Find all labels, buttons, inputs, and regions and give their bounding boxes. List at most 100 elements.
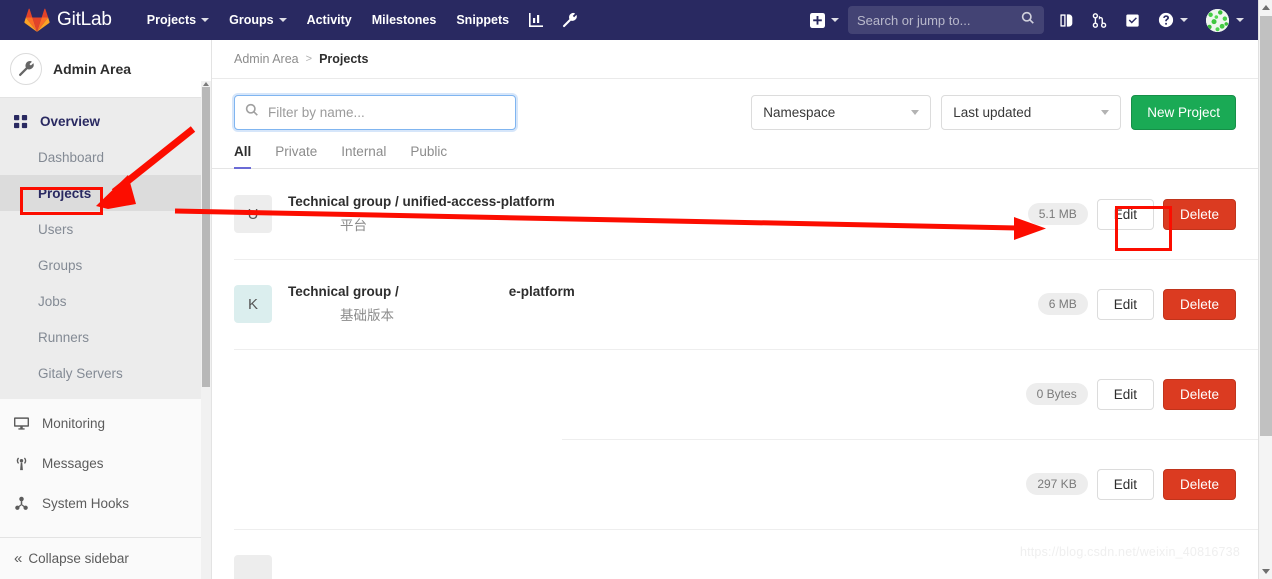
tab-internal[interactable]: Internal <box>329 144 398 168</box>
breadcrumb-projects[interactable]: Projects <box>319 52 368 66</box>
row-actions: 0 Bytes Edit Delete <box>1025 378 1236 410</box>
sidebar-item-dashboard[interactable]: Dashboard <box>0 139 211 175</box>
table-row[interactable]: K Technical group / e-platform 基础版本 6 MB … <box>212 259 1258 349</box>
sort-select[interactable]: Last updated <box>941 95 1122 130</box>
todos-checkbox-icon[interactable] <box>1116 0 1149 40</box>
sidebar-item-groups[interactable]: Groups <box>0 247 211 283</box>
breadcrumb-admin-area[interactable]: Admin Area <box>234 52 299 66</box>
project-avatar <box>234 375 272 413</box>
user-avatar-menu[interactable] <box>1197 0 1258 40</box>
sidebar-item-users[interactable]: Users <box>0 211 211 247</box>
new-project-button[interactable]: New Project <box>1131 95 1236 130</box>
nav-item-snippets[interactable]: Snippets <box>446 0 519 40</box>
delete-button[interactable]: Delete <box>1162 378 1236 410</box>
nav-item-projects[interactable]: Projects <box>137 0 219 40</box>
sidebar-item-monitoring[interactable]: Monitoring <box>0 403 211 443</box>
scroll-up-arrow-icon[interactable] <box>203 82 209 86</box>
sidebar-item-runners[interactable]: Runners <box>0 319 211 355</box>
tab-all[interactable]: All <box>234 144 263 169</box>
project-avatar <box>234 555 272 579</box>
project-name[interactable]: Technical group / unified-access-platfor… <box>288 194 1028 209</box>
edit-button[interactable]: Edit <box>1096 378 1154 410</box>
edit-button[interactable]: Edit <box>1096 198 1154 230</box>
monitor-icon <box>14 416 34 431</box>
search-placeholder: Search or jump to... <box>857 12 971 28</box>
filter-by-name-input[interactable]: Filter by name... <box>234 95 516 130</box>
project-size-badge: 297 KB <box>1026 473 1088 495</box>
gitlab-logo-link[interactable]: GitLab <box>24 8 112 32</box>
help-question-icon[interactable] <box>1149 0 1197 40</box>
project-description: 平台 <box>340 218 367 233</box>
project-avatar: K <box>234 285 272 323</box>
sidebar-messages-label: Messages <box>42 455 104 471</box>
gitlab-tanuki-icon <box>24 8 50 32</box>
search-icon <box>1021 11 1035 30</box>
analytics-chart-icon[interactable] <box>519 0 553 40</box>
nav-item-milestones[interactable]: Milestones <box>362 0 447 40</box>
avatar <box>1206 8 1229 32</box>
project-info <box>288 392 1026 397</box>
chevron-down-icon <box>911 110 920 115</box>
table-row[interactable]: 297 KB Edit Delete <box>212 439 1258 529</box>
merge-request-icon[interactable] <box>1083 0 1116 40</box>
watermark-text: https://blog.csdn.net/weixin_40816738 <box>1019 545 1240 559</box>
tab-private[interactable]: Private <box>263 144 329 168</box>
project-avatar: U <box>234 195 272 233</box>
sidebar-item-system-hooks[interactable]: System Hooks <box>0 483 211 523</box>
tab-public[interactable]: Public <box>398 144 459 168</box>
nav-label: Projects <box>146 13 197 27</box>
edit-button[interactable]: Edit <box>1096 288 1154 320</box>
row-actions: 5.1 MB Edit Delete <box>1027 198 1236 230</box>
browser-scrollbar[interactable] <box>1258 0 1272 579</box>
project-name[interactable]: Technical group / e-platform <box>288 284 1038 299</box>
breadcrumb: Admin Area > Projects <box>212 40 1258 79</box>
namespace-select[interactable]: Namespace <box>751 95 932 130</box>
sidebar-item-projects[interactable]: Projects <box>0 175 211 211</box>
issues-board-icon[interactable] <box>1050 0 1083 40</box>
project-info: Technical group / unified-access-platfor… <box>288 194 1028 234</box>
scroll-up-arrow-icon[interactable] <box>1262 5 1270 10</box>
nav-item-groups[interactable]: Groups <box>219 0 296 40</box>
wrench-admin-icon[interactable] <box>553 0 587 40</box>
sidebar-scrollbar[interactable] <box>201 81 211 579</box>
collapse-sidebar-button[interactable]: « Collapse sidebar <box>0 537 211 579</box>
chevron-down-icon <box>1101 110 1110 115</box>
global-search-input[interactable]: Search or jump to... <box>848 6 1044 34</box>
nav-item-activity[interactable]: Activity <box>297 0 362 40</box>
grid-squares-icon <box>14 114 32 129</box>
delete-button[interactable]: Delete <box>1162 468 1236 500</box>
sidebar-system-hooks-label: System Hooks <box>42 495 130 511</box>
sidebar-header-admin-area[interactable]: Admin Area <box>0 40 211 98</box>
project-size-badge: 5.1 MB <box>1027 203 1088 225</box>
sidebar-item-messages[interactable]: Messages <box>0 443 211 483</box>
screenshot-root: GitLab Projects Groups Activity Mileston… <box>0 0 1272 579</box>
browser-scrollbar-thumb[interactable] <box>1260 16 1272 436</box>
nav-label: Snippets <box>456 13 510 27</box>
sidebar-item-overview[interactable]: Overview <box>0 104 211 139</box>
admin-sidebar: Admin Area Overview Dashboard Projects U… <box>0 40 212 579</box>
navbar-menu: Projects Groups Activity Milestones Snip… <box>137 0 587 40</box>
chevron-down-icon <box>831 18 839 22</box>
table-row[interactable]: U Technical group / unified-access-platf… <box>212 169 1258 259</box>
plus-square-icon[interactable] <box>801 0 848 40</box>
table-row[interactable]: 0 Bytes Edit Delete <box>212 349 1258 439</box>
edit-button[interactable]: Edit <box>1096 468 1154 500</box>
sidebar-bottom-group: Monitoring Messages System Hooks <box>0 399 211 523</box>
sidebar-item-jobs[interactable]: Jobs <box>0 283 211 319</box>
sidebar-scrollbar-thumb[interactable] <box>202 87 210 387</box>
navbar-right-section: Search or jump to... <box>801 0 1258 40</box>
sidebar-monitoring-label: Monitoring <box>42 415 106 431</box>
delete-button[interactable]: Delete <box>1162 288 1236 320</box>
project-name-text: Technical group / unified-access-platfor… <box>288 194 555 209</box>
breadcrumb-separator: > <box>305 53 313 65</box>
delete-button[interactable]: Delete <box>1162 198 1236 230</box>
scroll-down-arrow-icon[interactable] <box>1262 569 1270 574</box>
project-size-badge: 6 MB <box>1037 293 1088 315</box>
gitlab-wordmark: GitLab <box>57 9 112 30</box>
sidebar-item-gitaly-servers[interactable]: Gitaly Servers <box>0 355 211 391</box>
search-icon <box>245 103 259 122</box>
filter-placeholder: Filter by name... <box>268 105 365 120</box>
toolbar-right-controls: Namespace Last updated New Project <box>751 95 1236 130</box>
project-info <box>288 482 1026 487</box>
project-info: Technical group / e-platform 基础版本 <box>288 284 1038 324</box>
